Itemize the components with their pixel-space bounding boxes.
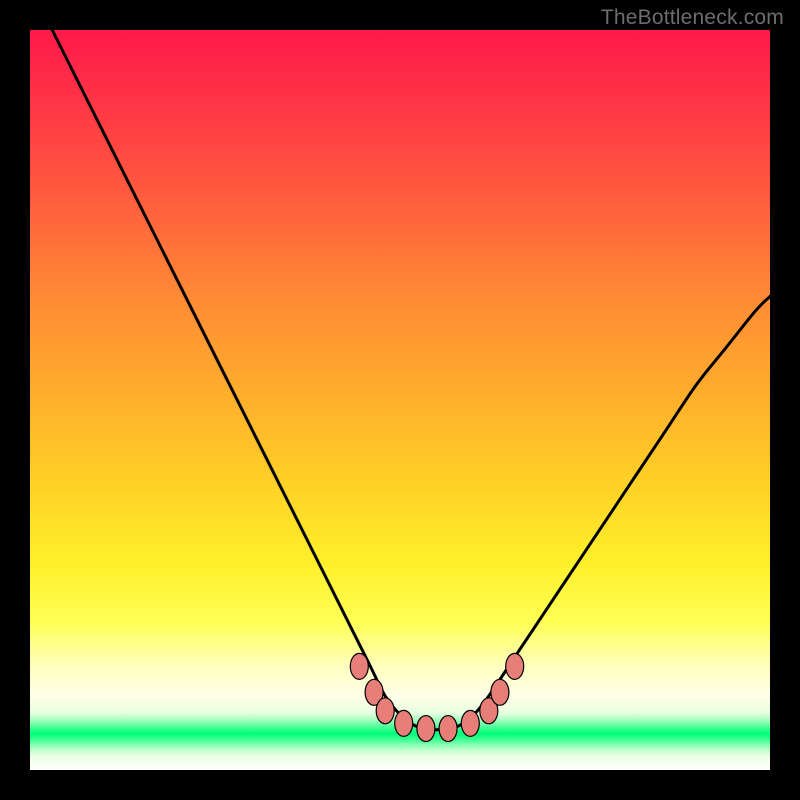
bottleneck-curve-svg — [30, 30, 770, 770]
chart-plot-area — [30, 30, 770, 770]
curve-marker-4 — [417, 716, 435, 742]
curve-marker-3 — [395, 710, 413, 736]
curve-marker-9 — [506, 653, 524, 679]
bottleneck-curve-line — [52, 30, 770, 730]
watermark-text: TheBottleneck.com — [601, 6, 784, 30]
curve-marker-5 — [439, 716, 457, 742]
curve-marker-0 — [350, 653, 368, 679]
chart-frame: TheBottleneck.com — [0, 0, 800, 800]
curve-marker-6 — [461, 710, 479, 736]
curve-marker-8 — [491, 679, 509, 705]
curve-marker-2 — [376, 698, 394, 724]
